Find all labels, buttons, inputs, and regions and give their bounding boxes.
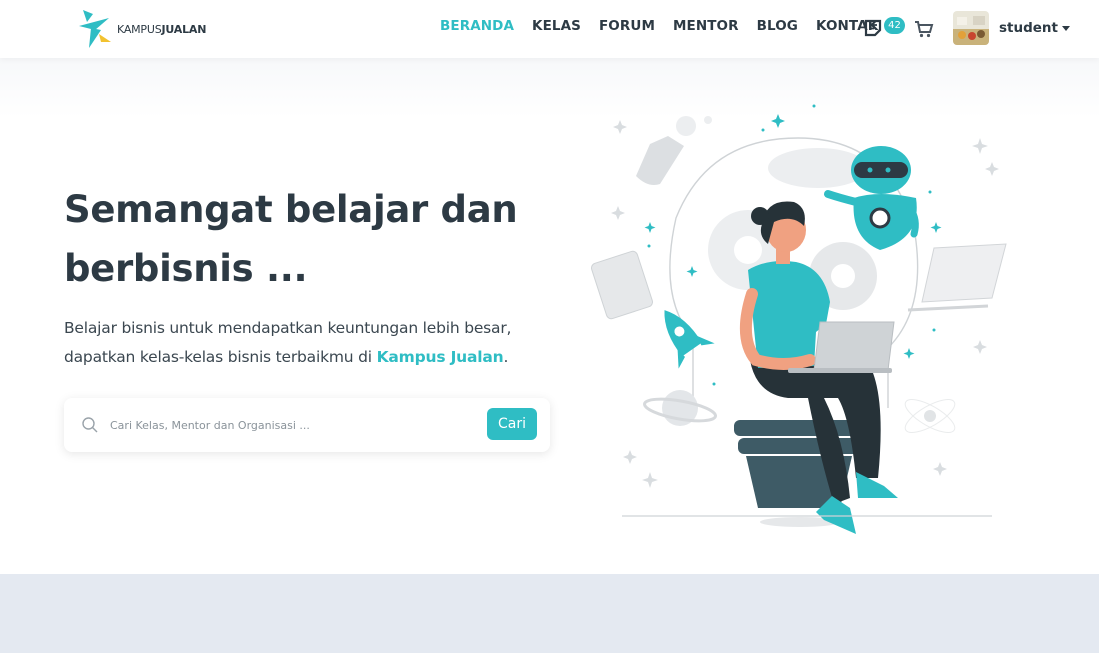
nav-beranda[interactable]: BERANDA xyxy=(440,18,514,34)
hero-description: Belajar bisnis untuk mendapatkan keuntun… xyxy=(64,319,512,366)
search-input[interactable] xyxy=(110,412,480,438)
nav-mentor[interactable]: MENTOR xyxy=(673,18,739,34)
header-actions: 42 xyxy=(862,15,934,41)
brand-logo[interactable]: KAMPUSJUALAN xyxy=(77,7,227,51)
brand-name: Kampus Jualan xyxy=(376,348,504,366)
notes-button[interactable]: 42 xyxy=(862,15,906,41)
next-section-band xyxy=(0,574,1099,653)
search-button[interactable]: Cari xyxy=(487,408,537,440)
user-name: student xyxy=(999,20,1058,36)
nav-blog[interactable]: BLOG xyxy=(757,18,798,34)
search-box: Cari xyxy=(64,398,550,452)
hero-illustration xyxy=(591,104,1007,534)
search-icon xyxy=(82,417,98,433)
top-navbar: KAMPUSJUALAN BERANDA KELAS FORUM MENTOR … xyxy=(0,0,1099,58)
user-avatar[interactable] xyxy=(953,11,989,45)
notes-icon xyxy=(864,19,882,37)
user-menu[interactable]: student xyxy=(999,20,1070,36)
nav-forum[interactable]: FORUM xyxy=(599,18,655,34)
notification-badge: 42 xyxy=(884,17,905,34)
logo-mark-icon xyxy=(79,10,111,48)
hero-title: Semangat belajar dan berbisnis ... xyxy=(64,188,518,290)
chevron-down-icon xyxy=(1061,25,1070,31)
cart-icon[interactable] xyxy=(914,20,934,38)
logo-text: KAMPUSJUALAN xyxy=(117,22,207,36)
main-nav: BERANDA KELAS FORUM MENTOR BLOG KONTAK xyxy=(440,18,878,34)
nav-kelas[interactable]: KELAS xyxy=(532,18,581,34)
